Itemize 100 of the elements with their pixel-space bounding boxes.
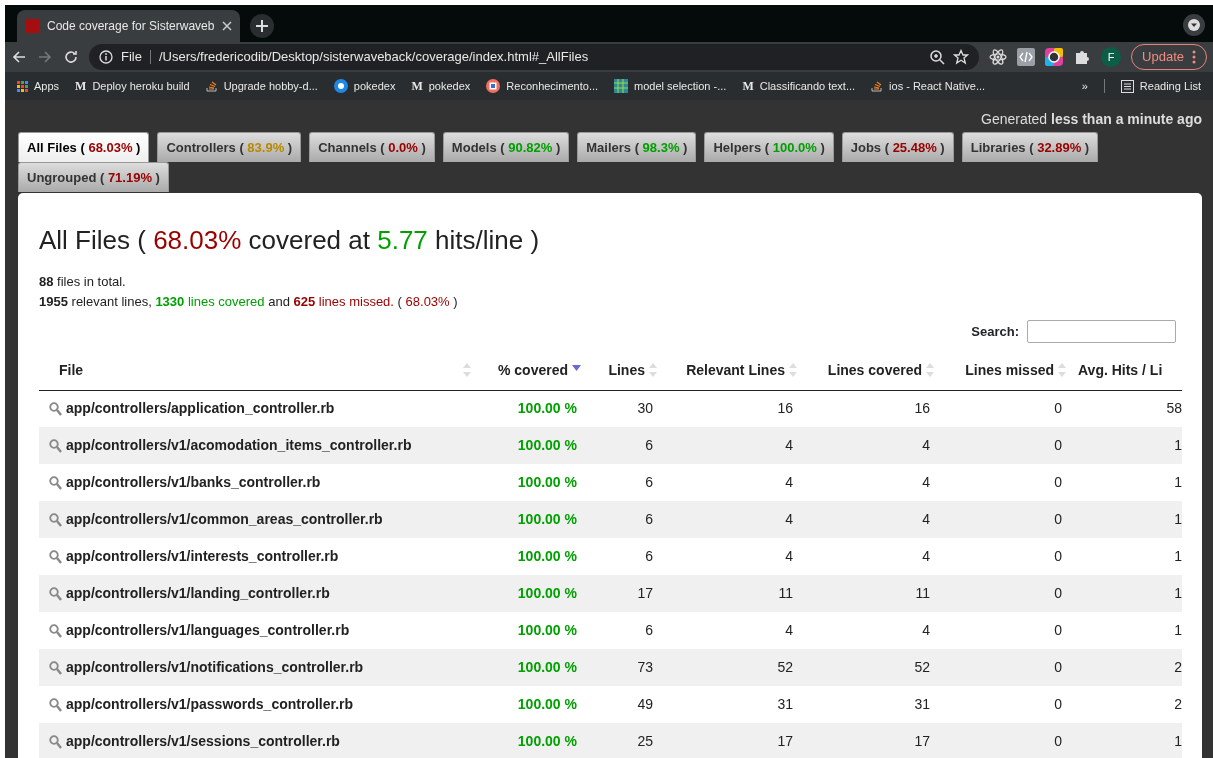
group-tab[interactable]: All Files ( 68.03% ) (18, 132, 150, 162)
bookmark-link[interactable]: M pokedex (411, 77, 471, 95)
table-cell: 4 (922, 474, 930, 491)
table-cell: 4 (785, 437, 793, 454)
table-cell: 0 (1054, 511, 1062, 528)
table-cell: 25 (637, 733, 653, 750)
coverage-percent: 100.00 % (517, 437, 577, 454)
file-link[interactable]: app/controllers/v1/passwords_controller.rb (66, 694, 354, 716)
profile-avatar[interactable]: F (1101, 47, 1122, 67)
bookmark-link[interactable]: model selection -... (614, 77, 727, 95)
group-tab[interactable]: Libraries ( 32.89% ) (961, 132, 1099, 162)
bookmark-link[interactable]: M Classificando text... (742, 77, 856, 95)
table-cell: 17 (914, 733, 930, 750)
bookmark-link[interactable]: Upgrade hobby-d... (205, 77, 318, 95)
more-bookmarks-button[interactable]: » (1081, 77, 1088, 95)
table-cell: 0 (1054, 696, 1062, 713)
percent-value: 0.0% (388, 139, 418, 155)
group-tab[interactable]: Mailers ( 98.3% ) (577, 132, 697, 162)
table-cell: 31 (777, 696, 793, 713)
table-cell: 0 (1054, 585, 1062, 602)
letter-logo-icon: M (742, 77, 754, 95)
group-tab[interactable]: Jobs ( 25.48% ) (841, 132, 954, 162)
column-header[interactable]: Lines covered (827, 359, 922, 381)
bookmark-link[interactable]: ios - React Native... (871, 77, 986, 95)
page-heading: All Files ( 68.03% covered at 5.77 hits/line ) (39, 225, 541, 257)
table-cell: 73 (637, 659, 653, 676)
group-tab[interactable]: Models ( 90.82% ) (442, 132, 570, 162)
address-bar[interactable]: File /Users/fredericodib/Desktop/sisterwaveback/coverage/index.html#_AllFiles (89, 44, 980, 70)
table-cell: 0 (1054, 400, 1062, 417)
table-cell: 4 (922, 548, 930, 565)
generated-text: Generated less than a minute ago (980, 110, 1202, 129)
table-cell: 49 (637, 696, 653, 713)
table-cell: 11 (915, 585, 930, 602)
url-text: /Users/fredericodib/Desktop/sisterwaveback/coverage/index.html#_AllFiles (158, 48, 589, 67)
table-cell: 0 (1054, 733, 1062, 750)
table-cell: 52 (914, 659, 930, 676)
table-cell: 2 (1174, 659, 1182, 676)
table-cell: 6 (645, 474, 653, 491)
table-cell: 0 (1054, 548, 1062, 565)
browser-tab[interactable]: Code coverage for Sisterwaveb (17, 10, 241, 42)
column-header[interactable]: Avg. Hits / Li (1078, 359, 1163, 381)
table-cell: 16 (777, 400, 793, 417)
group-tab[interactable]: Controllers ( 83.9% ) (157, 132, 302, 162)
table-cell: 4 (785, 511, 793, 528)
table-cell: 31 (914, 696, 930, 713)
table-cell: 4 (785, 622, 793, 639)
column-header[interactable]: Relevant Lines (686, 359, 785, 381)
table-cell: 1 (1174, 474, 1182, 491)
table-cell: 6 (645, 548, 653, 565)
tab-title: Code coverage for Sisterwaveb (47, 18, 215, 35)
table-cell: 1 (1174, 733, 1182, 750)
group-tab[interactable]: Ungrouped ( 71.19% ) (18, 162, 169, 192)
file-link[interactable]: app/controllers/v1/languages_controller.rb (66, 620, 350, 642)
table-cell: 11 (778, 585, 793, 602)
table-cell: 4 (922, 437, 930, 454)
table-cell: 17 (777, 733, 793, 750)
table-cell: 1 (1174, 511, 1182, 528)
lines-summary-text: 1955 relevant lines, 1330 lines covered and 625 lines missed. ( 68.03% ) (39, 293, 459, 312)
table-cell: 6 (645, 511, 653, 528)
table-cell: 2 (1174, 696, 1182, 713)
bookmark-link[interactable]: Apps (17, 77, 60, 95)
table-cell: 6 (645, 437, 653, 454)
url-scheme: File (121, 48, 142, 67)
table-cell: 1 (1174, 585, 1182, 602)
table-cell: 6 (645, 622, 653, 639)
coverage-percent: 100.00 % (517, 548, 577, 565)
column-header[interactable]: % covered (497, 359, 568, 381)
file-link[interactable]: app/controllers/application_controller.rb (66, 398, 335, 420)
coverage-percent: 100.00 % (517, 622, 577, 639)
table-cell: 0 (1054, 659, 1062, 676)
file-link[interactable]: app/controllers/v1/banks_controller.rb (66, 472, 321, 494)
table-cell: 52 (777, 659, 793, 676)
column-header[interactable]: Lines missed (965, 359, 1054, 381)
percent-value: 83.9% (247, 139, 285, 155)
bookmark-link[interactable]: Reconhecimento... (486, 77, 599, 95)
coverage-percent: 100.00 % (517, 659, 577, 676)
table-cell: 4 (785, 474, 793, 491)
search-label: Search: (971, 322, 1019, 341)
bookmark-link[interactable]: M Deploy heroku build (75, 77, 190, 95)
group-tab[interactable]: Helpers ( 100.0% ) (704, 132, 834, 162)
coverage-percent: 100.00 % (517, 585, 577, 602)
table-cell: 0 (1054, 622, 1062, 639)
percent-value: 98.3% (642, 139, 680, 155)
table-cell: 17 (637, 585, 653, 602)
bookmark-link[interactable]: pokedex (333, 77, 396, 95)
table-cell: 30 (637, 400, 653, 417)
column-header[interactable]: File (59, 359, 84, 381)
percent-value: 100.0% (772, 139, 817, 155)
table-cell: 0 (1054, 437, 1062, 454)
file-link[interactable]: app/controllers/v1/interests_controller.rb (66, 546, 339, 568)
table-cell: 1 (1174, 437, 1182, 454)
reading-list-button[interactable]: Reading List (1120, 77, 1201, 95)
table-cell: 4 (785, 548, 793, 565)
table-cell: 16 (914, 400, 930, 417)
group-tab[interactable]: Channels ( 0.0% ) (309, 132, 435, 162)
coverage-percent: 100.00 % (517, 733, 577, 750)
table-cell: 4 (922, 511, 930, 528)
column-header[interactable]: Lines (608, 359, 645, 381)
letter-logo-icon: M (75, 77, 87, 95)
table-cell: 58 (1166, 400, 1182, 417)
